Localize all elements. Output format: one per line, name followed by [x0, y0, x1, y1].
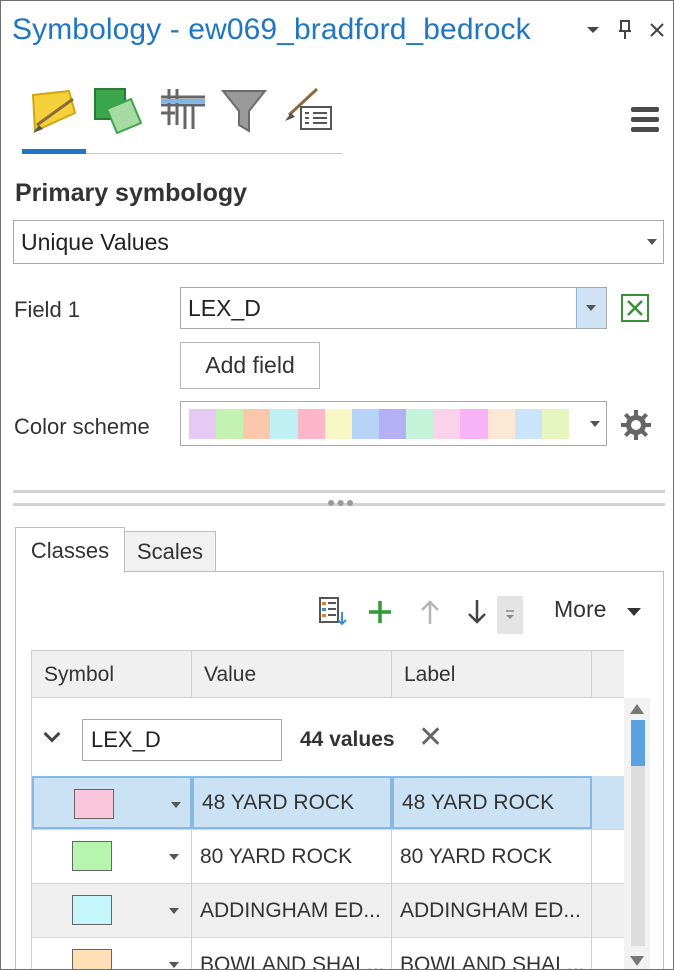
hamburger-menu-icon[interactable]: [631, 107, 659, 133]
color-scheme-swatch: [379, 409, 407, 439]
toolbar-overflow-icon[interactable]: [497, 596, 523, 634]
symbol-swatch[interactable]: [72, 841, 112, 871]
tab-scales[interactable]: Scales: [124, 531, 216, 572]
scrollbar-thumb[interactable]: [631, 720, 645, 766]
vertical-scrollbar[interactable]: [624, 698, 650, 969]
section-heading: Primary symbology: [15, 179, 248, 207]
chevron-down-icon: [590, 420, 600, 427]
group-row: LEX_D 44 values ✕: [32, 698, 624, 776]
label-cell[interactable]: 48 YARD ROCK: [392, 776, 592, 829]
label-symbology-icon[interactable]: [283, 85, 343, 145]
splitter-grip-icon: ●●●: [327, 494, 356, 510]
table-header: Symbol Value Label: [32, 650, 624, 698]
chevron-down-icon[interactable]: [171, 802, 181, 808]
color-scheme-label: Color scheme: [14, 414, 150, 439]
classes-panel: More Symbol Value Label LEX_D 44 values …: [15, 571, 664, 969]
color-scheme-swatch: [351, 409, 380, 439]
label-cell[interactable]: BOWLAND SHAL...: [392, 938, 592, 969]
move-up-icon[interactable]: [414, 596, 446, 628]
pane-title: Symbology - ew069_bradford_bedrock: [12, 13, 531, 46]
group-value-count: 44 values: [300, 728, 395, 751]
color-scheme-swatch: [514, 409, 543, 439]
primary-symbology-icon[interactable]: [25, 85, 85, 145]
vary-symbology-icon[interactable]: [91, 85, 151, 145]
field1-value: LEX_D: [188, 294, 261, 321]
scrollbar-track[interactable]: [631, 766, 645, 946]
symbology-method-dropdown[interactable]: Unique Values: [13, 220, 664, 264]
color-scheme-swatch: [487, 409, 516, 439]
add-class-icon[interactable]: [364, 596, 396, 628]
color-scheme-swatch: [433, 409, 461, 439]
color-scheme-preview: [189, 405, 570, 443]
pane-splitter[interactable]: ●●●: [13, 489, 665, 510]
symbol-layer-drawing-icon[interactable]: [155, 85, 215, 145]
table-row[interactable]: ADDINGHAM ED... ADDINGHAM ED...: [32, 884, 624, 938]
chevron-down-icon[interactable]: [169, 854, 179, 860]
symbology-tool-tabs: [1, 67, 673, 165]
color-scheme-swatch: [216, 409, 244, 439]
chevron-down-icon[interactable]: [581, 15, 605, 45]
column-header-label[interactable]: Label: [392, 651, 592, 698]
label-cell[interactable]: 80 YARD ROCK: [392, 830, 592, 883]
color-scheme-swatch: [270, 409, 299, 439]
color-scheme-dropdown[interactable]: [180, 401, 607, 446]
symbol-filter-icon[interactable]: [219, 85, 279, 145]
table-row[interactable]: 80 YARD ROCK 80 YARD ROCK: [32, 830, 624, 884]
value-cell[interactable]: BOWLAND SHAL...: [192, 938, 392, 969]
symbol-cell[interactable]: [32, 884, 192, 937]
value-cell[interactable]: 80 YARD ROCK: [192, 830, 392, 883]
symbol-cell[interactable]: [32, 830, 192, 883]
active-tool-indicator: [22, 149, 86, 154]
color-scheme-swatch: [324, 409, 353, 439]
group-field-name: LEX_D: [82, 719, 282, 761]
color-scheme-swatch: [297, 409, 326, 439]
chevron-down-icon: [647, 239, 657, 245]
title-bar: Symbology - ew069_bradford_bedrock: [1, 1, 673, 67]
gear-icon[interactable]: [619, 408, 653, 442]
chevron-down-icon[interactable]: [169, 962, 179, 968]
color-scheme-swatch: [243, 409, 271, 439]
value-cell[interactable]: 48 YARD ROCK: [192, 776, 392, 829]
color-scheme-swatch: [460, 409, 489, 439]
tab-classes-label: Classes: [30, 537, 110, 563]
color-scheme-swatch: [541, 409, 570, 439]
move-down-icon[interactable]: [461, 596, 493, 628]
symbol-swatch[interactable]: [74, 789, 114, 819]
add-field-button[interactable]: Add field: [180, 342, 320, 389]
color-scheme-swatch: [406, 409, 434, 439]
chevron-down-icon[interactable]: [627, 608, 641, 616]
symbology-pane: Symbology - ew069_bradford_bedrock Prima…: [0, 0, 674, 970]
chevron-down-icon[interactable]: [43, 725, 61, 743]
more-menu-label[interactable]: More: [554, 596, 606, 623]
chevron-down-icon[interactable]: [169, 908, 179, 914]
expression-icon[interactable]: [620, 293, 650, 323]
label-cell[interactable]: ADDINGHAM ED...: [392, 884, 592, 937]
scroll-up-icon[interactable]: [630, 704, 644, 714]
field1-label: Field 1: [14, 297, 81, 322]
color-scheme-swatch: [189, 409, 217, 439]
column-header-symbol[interactable]: Symbol: [32, 651, 192, 698]
column-header-value[interactable]: Value: [192, 651, 392, 698]
add-all-values-icon[interactable]: [316, 594, 350, 628]
tab-scales-label: Scales: [136, 538, 204, 564]
close-icon[interactable]: ✕: [418, 723, 443, 753]
splitter-line-top: [13, 490, 665, 493]
symbology-method-value: Unique Values: [21, 228, 169, 255]
chevron-down-icon: [586, 305, 596, 311]
symbol-swatch[interactable]: [72, 949, 112, 969]
scroll-down-icon[interactable]: [630, 956, 644, 966]
symbol-cell[interactable]: [32, 776, 192, 829]
table-row[interactable]: BOWLAND SHAL... BOWLAND SHAL...: [32, 938, 624, 969]
symbol-cell[interactable]: [32, 938, 192, 969]
pin-icon[interactable]: [613, 15, 637, 45]
symbol-swatch[interactable]: [72, 895, 112, 925]
field1-dropdown-button[interactable]: [576, 288, 606, 328]
table-row[interactable]: 48 YARD ROCK 48 YARD ROCK: [32, 776, 624, 830]
close-icon[interactable]: [645, 15, 669, 45]
field1-dropdown[interactable]: LEX_D: [180, 287, 607, 329]
classes-table: Symbol Value Label LEX_D 44 values ✕ 48 …: [31, 650, 650, 969]
tab-classes[interactable]: Classes: [15, 527, 125, 573]
value-cell[interactable]: ADDINGHAM ED...: [192, 884, 392, 937]
primary-symbology-section: Primary symbology Unique Values Field 1 …: [1, 165, 673, 969]
